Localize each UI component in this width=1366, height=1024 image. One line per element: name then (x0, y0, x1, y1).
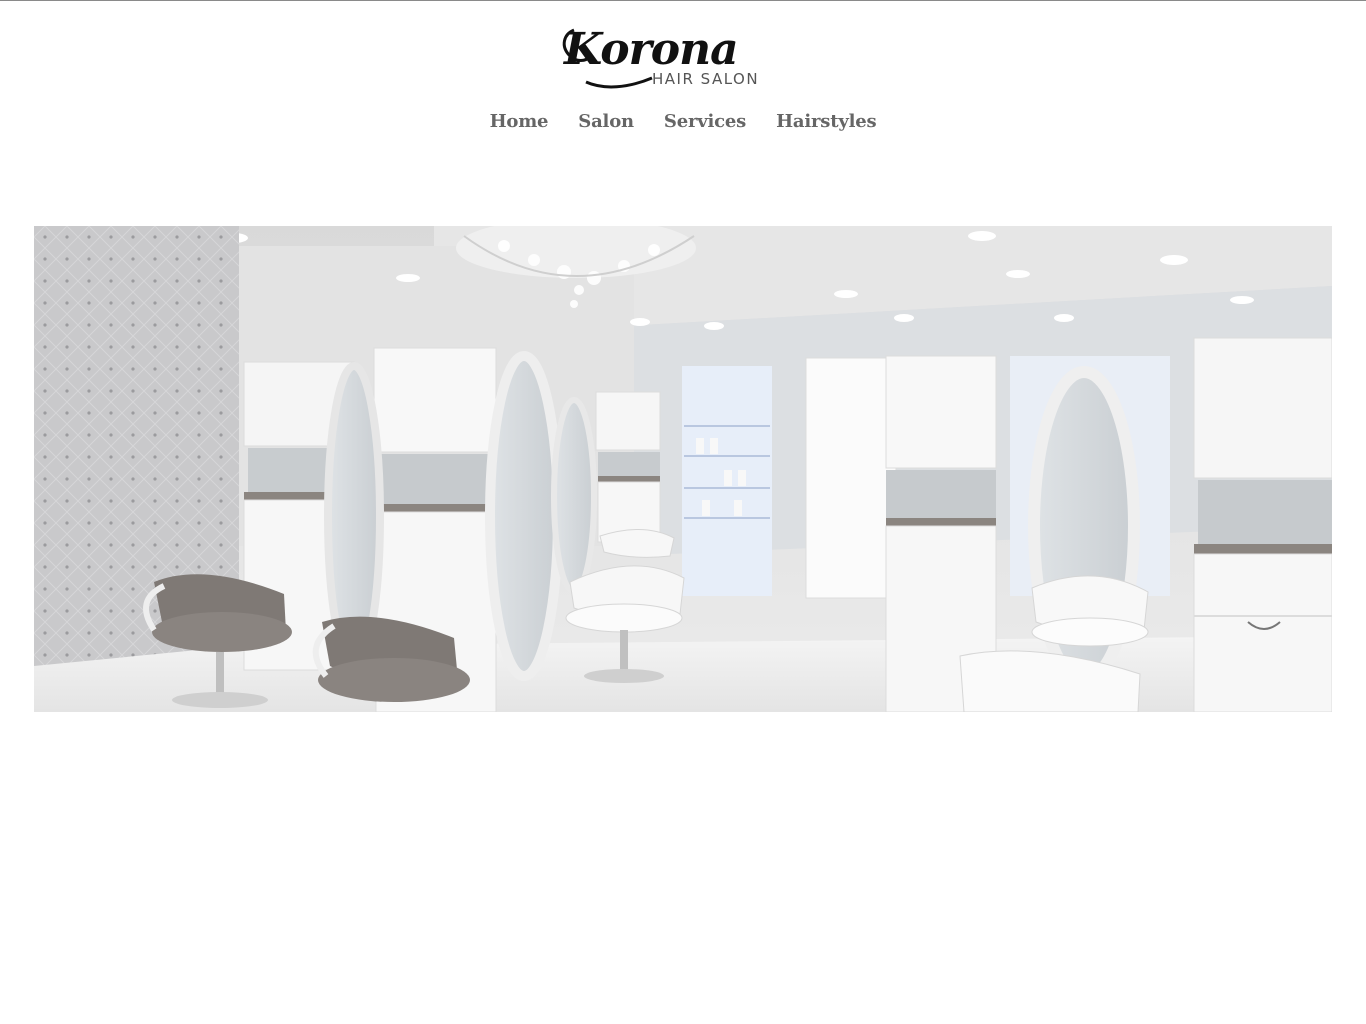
logo-wordmark: Korona (562, 24, 738, 75)
nav-home[interactable]: Home (490, 108, 549, 136)
nav-salon[interactable]: Salon (578, 108, 634, 136)
nav-services[interactable]: Services (664, 108, 746, 136)
logo-tagline: HAIR SALON (652, 70, 759, 88)
site-logo[interactable]: Korona HAIR SALON (556, 18, 810, 92)
nav-hairstyles[interactable]: Hairstyles (776, 108, 877, 136)
main-navigation: Home Salon Services Hairstyles (0, 108, 1366, 136)
top-divider (0, 0, 1366, 1)
salon-interior-image (34, 226, 1332, 712)
